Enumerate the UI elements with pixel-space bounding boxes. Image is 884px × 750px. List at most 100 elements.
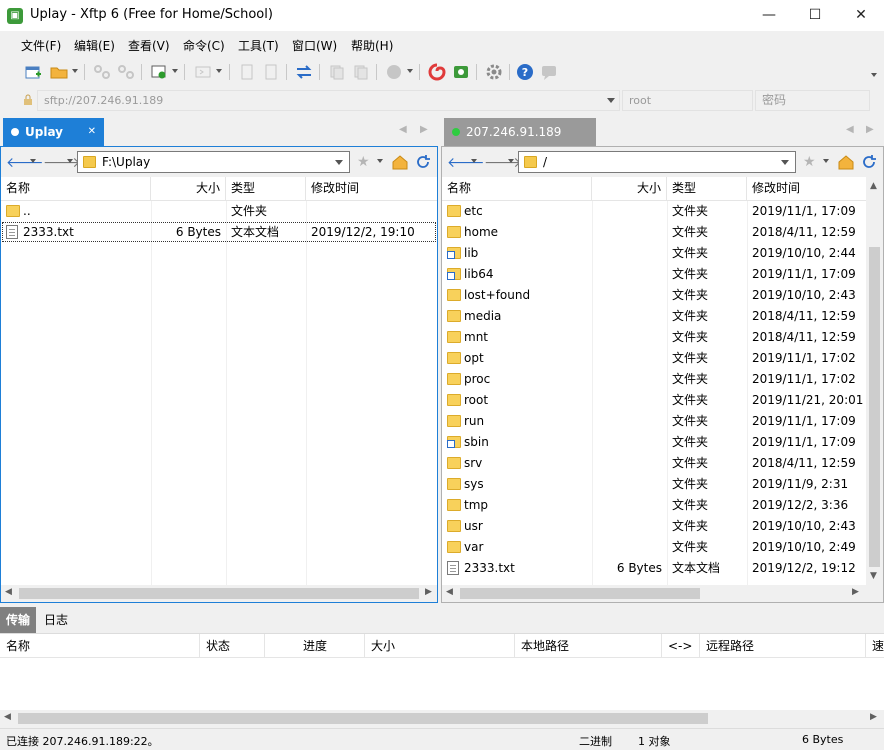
sync-icon[interactable] bbox=[295, 63, 313, 81]
column-modified[interactable]: 修改时间 bbox=[306, 177, 437, 201]
tab-remote[interactable]: 207.246.91.189 bbox=[444, 118, 596, 146]
chevron-down-icon[interactable] bbox=[30, 159, 36, 163]
file-row[interactable]: sbin 文件夹 2019/11/1, 17:09 bbox=[442, 432, 866, 453]
chevron-down-icon[interactable] bbox=[607, 98, 615, 103]
chevron-down-icon[interactable] bbox=[407, 69, 413, 73]
menu-edit[interactable]: 编辑(E) bbox=[74, 37, 115, 54]
file-row[interactable]: 2333.txt 6 Bytes 文本文档 2019/12/2, 19:12 bbox=[442, 558, 866, 579]
chevron-down-icon[interactable] bbox=[823, 159, 829, 163]
chevron-down-icon[interactable] bbox=[508, 159, 514, 163]
scroll-left-icon[interactable]: ◀ bbox=[5, 587, 12, 597]
gear-icon[interactable] bbox=[485, 63, 503, 81]
chevron-down-icon[interactable] bbox=[172, 69, 178, 73]
maximize-button[interactable]: ☐ bbox=[792, 0, 838, 31]
file-row[interactable]: tmp 文件夹 2019/12/2, 3:36 bbox=[442, 495, 866, 516]
download-icon[interactable] bbox=[262, 63, 280, 81]
transfer-column-status[interactable]: 状态 bbox=[200, 634, 265, 658]
file-row[interactable]: lib64 文件夹 2019/11/1, 17:09 bbox=[442, 264, 866, 285]
home-icon[interactable] bbox=[392, 154, 408, 170]
disconnect-icon[interactable] bbox=[117, 63, 135, 81]
file-row[interactable]: mnt 文件夹 2018/4/11, 12:59 bbox=[442, 327, 866, 348]
toolbar-overflow-icon[interactable] bbox=[871, 73, 877, 77]
connect-icon[interactable] bbox=[93, 63, 111, 81]
minimize-button[interactable]: — bbox=[746, 0, 792, 31]
host-input[interactable]: sftp://207.246.91.189 bbox=[37, 90, 620, 111]
chevron-down-icon[interactable] bbox=[781, 160, 789, 165]
forward-arrow-icon[interactable]: 🡒 bbox=[43, 154, 81, 171]
menu-view[interactable]: 查看(V) bbox=[128, 37, 170, 54]
tab-prev-icon[interactable]: ◀ bbox=[846, 124, 854, 135]
transfer-column-size[interactable]: 大小 bbox=[365, 634, 515, 658]
transfer-column-direction[interactable]: <-> bbox=[662, 634, 700, 658]
tab-next-icon[interactable]: ▶ bbox=[420, 124, 428, 135]
file-row[interactable]: lib 文件夹 2019/10/10, 2:44 bbox=[442, 243, 866, 264]
transfer-column-remote-path[interactable]: 远程路径 bbox=[700, 634, 866, 658]
scroll-right-icon[interactable]: ▶ bbox=[425, 587, 432, 597]
right-vertical-scrollbar[interactable]: ▲ ▼ bbox=[866, 177, 883, 585]
right-horizontal-scrollbar[interactable]: ◀ ▶ bbox=[442, 585, 866, 602]
local-path-input[interactable]: F:\Uplay bbox=[77, 151, 350, 173]
password-input[interactable]: 密码 bbox=[755, 90, 870, 111]
new-session-icon[interactable] bbox=[24, 63, 42, 81]
paste-icon[interactable] bbox=[352, 63, 370, 81]
file-row[interactable]: sys 文件夹 2019/11/9, 2:31 bbox=[442, 474, 866, 495]
copy-icon[interactable] bbox=[328, 63, 346, 81]
file-row[interactable]: home 文件夹 2018/4/11, 12:59 bbox=[442, 222, 866, 243]
transfer-column-name[interactable]: 名称 bbox=[0, 634, 200, 658]
column-size[interactable]: 大小 bbox=[151, 177, 226, 201]
scroll-down-icon[interactable]: ▼ bbox=[870, 571, 877, 581]
column-type[interactable]: 类型 bbox=[667, 177, 747, 201]
upload-icon[interactable] bbox=[238, 63, 256, 81]
tab-prev-icon[interactable]: ◀ bbox=[399, 124, 407, 135]
open-folder-icon[interactable] bbox=[50, 63, 68, 81]
menu-file[interactable]: 文件(F) bbox=[21, 37, 61, 54]
refresh-icon[interactable] bbox=[415, 154, 431, 170]
transfer-column-speed[interactable]: 速 bbox=[866, 634, 884, 658]
transfer-horizontal-scrollbar[interactable]: ◀ ▶ bbox=[0, 710, 884, 727]
tab-next-icon[interactable]: ▶ bbox=[866, 124, 874, 135]
xftp-icon[interactable] bbox=[452, 63, 470, 81]
scroll-thumb[interactable] bbox=[869, 247, 880, 567]
file-row[interactable]: proc 文件夹 2019/11/1, 17:02 bbox=[442, 369, 866, 390]
menu-command[interactable]: 命令(C) bbox=[183, 37, 225, 54]
menu-window[interactable]: 窗口(W) bbox=[292, 37, 337, 54]
xshell-icon[interactable] bbox=[428, 63, 446, 81]
refresh-icon[interactable] bbox=[861, 154, 877, 170]
chevron-down-icon[interactable] bbox=[67, 159, 73, 163]
transfer-column-progress[interactable]: 进度 bbox=[265, 634, 365, 658]
file-row[interactable]: srv 文件夹 2018/4/11, 12:59 bbox=[442, 453, 866, 474]
left-horizontal-scrollbar[interactable]: ◀ ▶ bbox=[1, 585, 437, 602]
terminal-icon[interactable] bbox=[194, 63, 212, 81]
chevron-down-icon[interactable] bbox=[377, 159, 383, 163]
scroll-right-icon[interactable]: ▶ bbox=[852, 587, 859, 597]
menu-help[interactable]: 帮助(H) bbox=[351, 37, 393, 54]
file-row[interactable]: opt 文件夹 2019/11/1, 17:02 bbox=[442, 348, 866, 369]
star-icon[interactable]: ★ bbox=[357, 154, 370, 170]
chevron-down-icon[interactable] bbox=[471, 159, 477, 163]
scroll-thumb[interactable] bbox=[460, 588, 700, 599]
tab-local[interactable]: Uplay ✕ bbox=[3, 118, 104, 146]
properties-icon[interactable] bbox=[150, 63, 168, 81]
scroll-thumb[interactable] bbox=[18, 713, 708, 724]
scroll-left-icon[interactable]: ◀ bbox=[446, 587, 453, 597]
back-arrow-icon[interactable]: 🡐 bbox=[447, 154, 485, 171]
close-icon[interactable]: ✕ bbox=[88, 118, 96, 146]
column-modified[interactable]: 修改时间 bbox=[747, 177, 866, 201]
file-row[interactable]: etc 文件夹 2019/11/1, 17:09 bbox=[442, 201, 866, 222]
star-icon[interactable]: ★ bbox=[803, 154, 816, 170]
chevron-down-icon[interactable] bbox=[335, 160, 343, 165]
username-input[interactable]: root bbox=[622, 90, 753, 111]
chevron-down-icon[interactable] bbox=[216, 69, 222, 73]
home-icon[interactable] bbox=[838, 154, 854, 170]
file-row[interactable]: root 文件夹 2019/11/21, 20:01 bbox=[442, 390, 866, 411]
menu-tools[interactable]: 工具(T) bbox=[238, 37, 279, 54]
file-row[interactable]: var 文件夹 2019/10/10, 2:49 bbox=[442, 537, 866, 558]
remote-path-input[interactable]: / bbox=[518, 151, 796, 173]
file-row[interactable]: .. 文件夹 bbox=[1, 201, 437, 222]
help-icon[interactable]: ? bbox=[516, 63, 534, 81]
scroll-thumb[interactable] bbox=[19, 588, 419, 599]
file-row[interactable]: lost+found 文件夹 2019/10/10, 2:43 bbox=[442, 285, 866, 306]
close-button[interactable]: ✕ bbox=[838, 0, 884, 31]
globe-icon[interactable] bbox=[385, 63, 403, 81]
file-row[interactable]: usr 文件夹 2019/10/10, 2:43 bbox=[442, 516, 866, 537]
